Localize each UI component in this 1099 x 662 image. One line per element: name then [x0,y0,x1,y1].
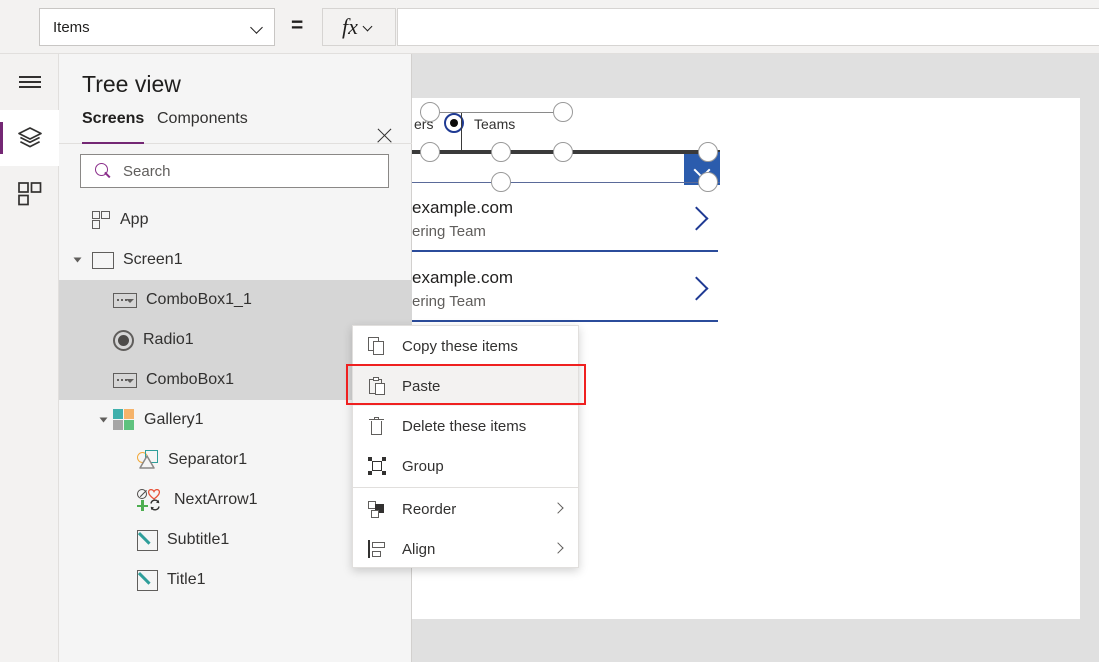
label-edit-icon [137,569,158,591]
resize-handle[interactable] [698,172,718,192]
chevron-down-icon [363,21,376,34]
tree-item-label: Screen1 [123,251,183,268]
tree-item-app[interactable]: App [59,200,412,240]
formula-input[interactable] [397,8,1099,46]
menu-item-label: Delete these items [402,417,527,435]
tree-item-label: Subtitle1 [167,531,230,548]
resize-handle[interactable] [420,102,440,122]
property-selector-value: Items [53,18,90,36]
panel-tabs: Screens Components [59,110,412,144]
gallery-item-subtitle: ering Team [412,293,486,310]
gallery-item-title: example.com [412,198,514,217]
shapes-icon [137,450,159,470]
menu-item-label: Reorder [402,500,457,518]
resize-handle[interactable] [553,142,573,162]
menu-item-reorder[interactable]: Reorder [353,489,578,529]
trash-icon [368,416,387,436]
copy-icon [368,336,387,356]
search-input[interactable]: Search [80,154,389,188]
tree-item-screen1[interactable]: Screen1 [59,240,412,280]
tree-item-label: Radio1 [143,331,194,348]
gallery-divider [412,250,718,252]
tree-item-label: Separator1 [168,451,248,468]
layers-icon [17,127,42,148]
gallery-divider [412,320,718,322]
power-apps-studio: Items = fx Tree view Screens Components … [0,0,1099,662]
menu-item-label: Group [402,457,444,475]
menu-item-label: Align [402,540,436,558]
expand-twisty-icon[interactable] [73,257,82,263]
chevron-down-icon [251,21,264,34]
gallery-icon [113,409,135,431]
resize-handle[interactable] [491,142,511,162]
hamburger-menu-button[interactable] [0,54,59,110]
tree-item-label: NextArrow1 [174,491,258,508]
selection-edge-top [420,112,564,114]
search-icon [94,162,112,180]
chevron-right-icon[interactable] [686,273,712,307]
tab-components[interactable]: Components [157,110,248,144]
menu-item-align[interactable]: Align [353,529,578,569]
gallery-item[interactable]: example.com ering Team [412,194,720,266]
left-rail [0,54,59,662]
selection-edge [412,182,720,184]
label-edit-icon [137,529,158,551]
next-arrow-icon [137,489,161,511]
radio-option-teams-label: Teams [474,116,516,132]
chevron-right-icon[interactable] [686,203,712,237]
menu-item-label: Copy these items [402,337,518,355]
tab-screens[interactable]: Screens [82,110,145,144]
resize-handle[interactable] [420,142,440,162]
context-menu: Copy these items Paste Delete these item… [352,325,579,568]
tree-item-combobox1-1[interactable]: ComboBox1_1 [59,280,412,320]
align-icon [368,539,387,559]
page-title: Tree view [82,71,181,97]
equals-sign: = [291,14,304,37]
group-icon [368,456,387,476]
menu-item-label: Paste [402,377,441,395]
chevron-right-icon [554,543,565,554]
property-selector[interactable]: Items [39,8,275,46]
menu-item-copy-these-items[interactable]: Copy these items [353,326,578,366]
menu-item-group[interactable]: Group [353,446,578,486]
app-icon [92,210,111,230]
gallery-item-title: example.com [412,268,514,287]
reorder-icon [368,500,387,519]
chevron-right-icon [554,503,565,514]
paste-icon [368,376,387,396]
tree-item-label: ComboBox1 [146,371,235,388]
menu-item-paste[interactable]: Paste [353,366,578,406]
resize-handle[interactable] [698,142,718,162]
formula-bar: Items = fx [0,0,1099,54]
tree-item-label: ComboBox1_1 [146,291,252,308]
resize-handle[interactable] [491,172,511,192]
fx-label: fx [342,14,358,39]
menu-divider [353,487,578,488]
combobox-icon [113,372,137,388]
search-placeholder: Search [123,162,171,180]
radio-icon [113,329,134,351]
tree-item-label: Title1 [167,571,206,588]
expand-twisty-icon[interactable] [99,417,108,423]
sidebar-item-insert[interactable] [0,166,59,222]
hamburger-menu-icon [18,75,41,89]
screen-icon [92,251,114,269]
menu-item-delete-these-items[interactable]: Delete these items [353,406,578,446]
gallery-item-subtitle: ering Team [412,223,486,240]
fx-button[interactable]: fx [322,8,396,46]
tree-item-label: Gallery1 [144,411,204,428]
combobox-icon [113,292,137,308]
sidebar-item-tree-view[interactable] [0,110,59,166]
resize-handle[interactable] [553,102,573,122]
selection-connector [461,112,463,152]
tree-item-label: App [120,211,149,228]
insert-grid-icon [17,182,41,206]
